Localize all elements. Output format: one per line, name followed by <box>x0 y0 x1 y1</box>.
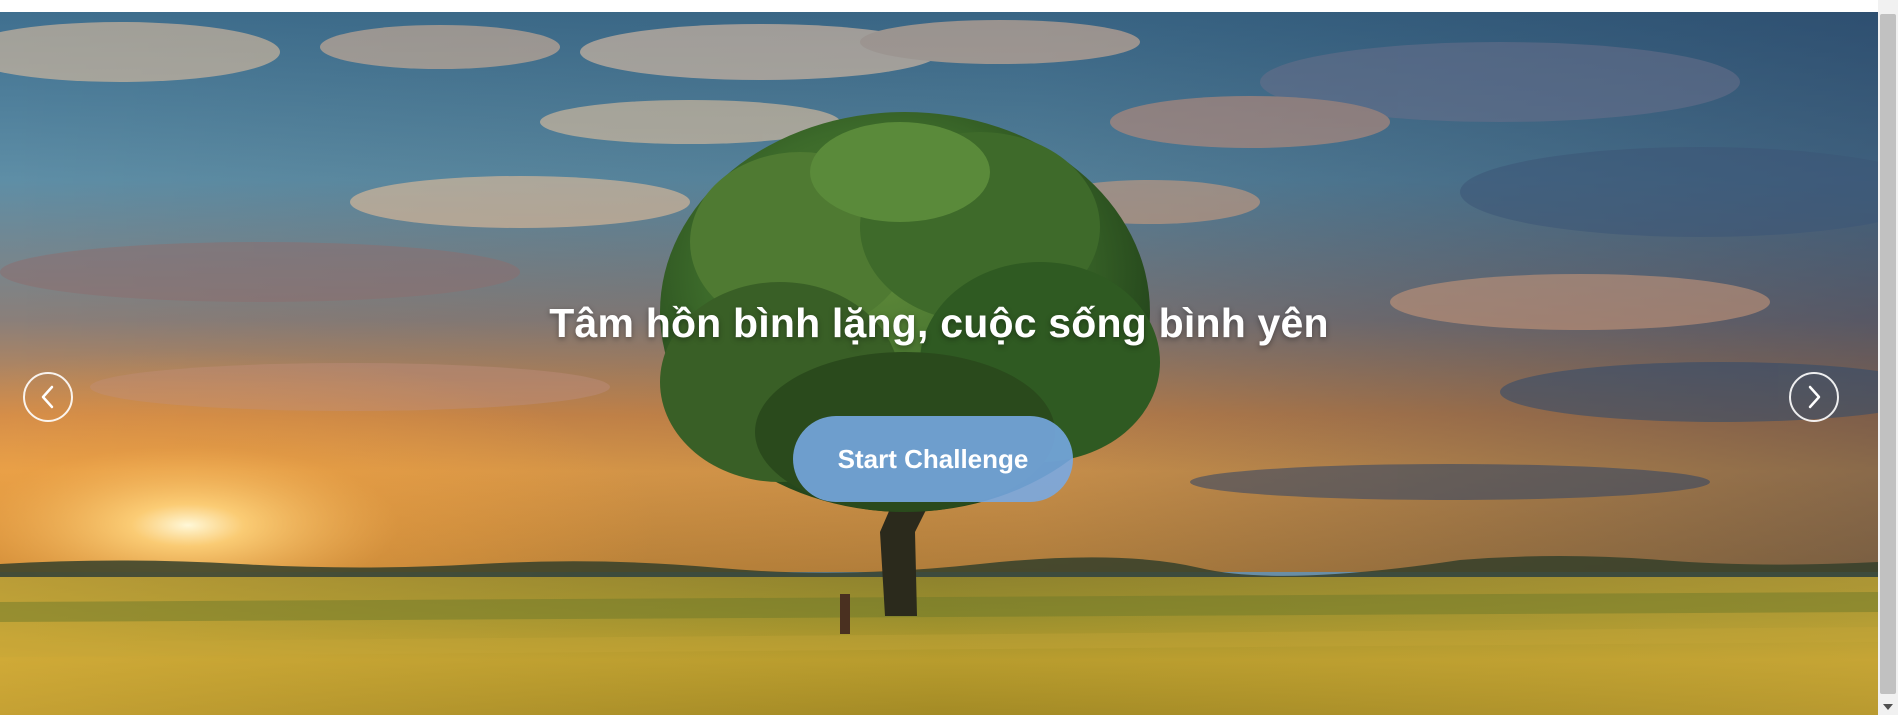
carousel-next-button[interactable] <box>1789 372 1839 422</box>
hero-background-image <box>0 12 1878 715</box>
chevron-right-icon <box>1808 385 1821 409</box>
scroll-down-arrow-icon[interactable] <box>1878 699 1898 715</box>
carousel-prev-button[interactable] <box>23 372 73 422</box>
scrollbar-thumb[interactable] <box>1880 14 1896 694</box>
vertical-scrollbar[interactable] <box>1878 0 1898 715</box>
hero-headline: Tâm hồn bình lặng, cuộc sống bình yên <box>549 300 1329 346</box>
hero-carousel: Tâm hồn bình lặng, cuộc sống bình yên St… <box>0 12 1878 715</box>
page-viewport: Tâm hồn bình lặng, cuộc sống bình yên St… <box>0 0 1898 715</box>
start-challenge-button[interactable]: Start Challenge <box>793 416 1073 502</box>
top-strip <box>0 0 1878 12</box>
chevron-left-icon <box>41 385 54 409</box>
